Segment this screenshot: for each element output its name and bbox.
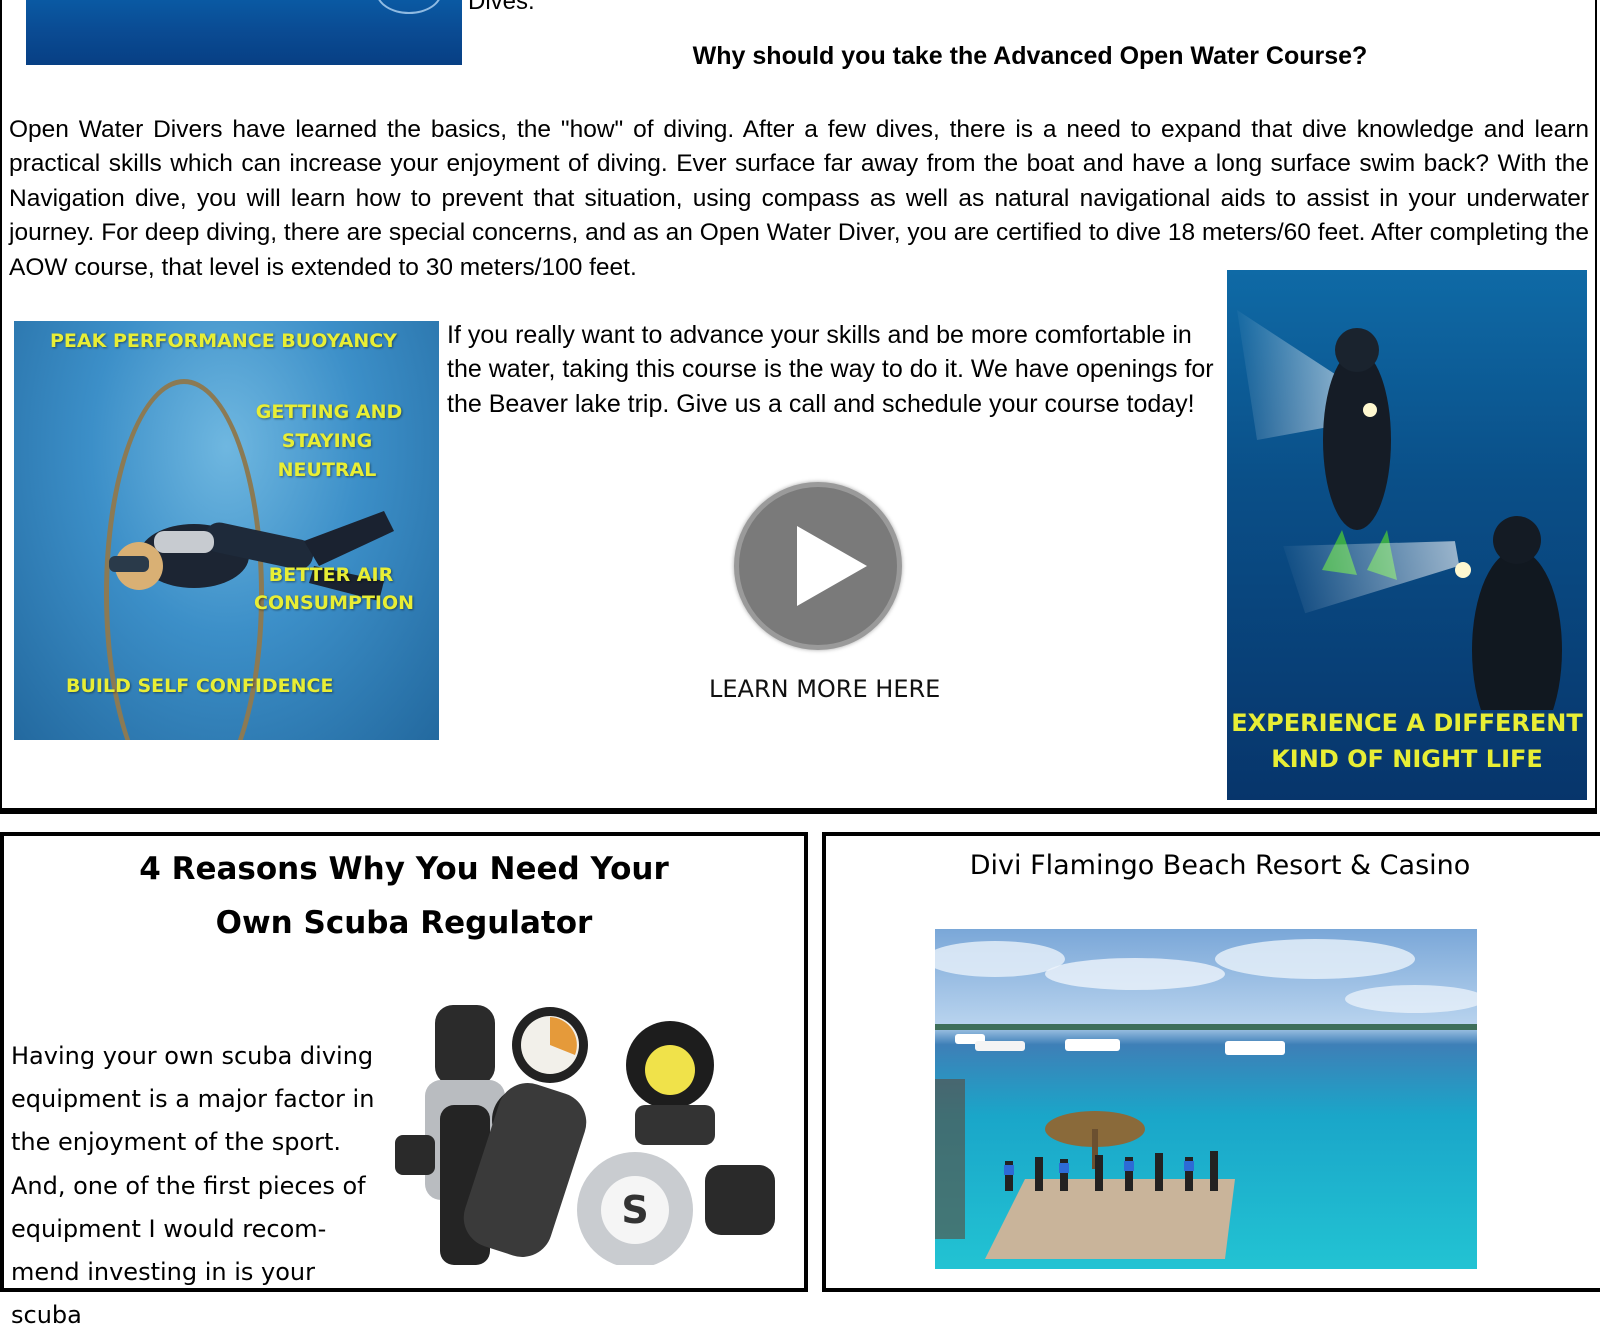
night-life-caption: EXPERIENCE A DIFFERENT KIND OF NIGHT LIF… [1227, 705, 1587, 777]
caption-neutral-line2: STAYING NEUTRAL [277, 430, 377, 481]
buoyancy-diver-image: PEAK PERFORMANCE BUOYANCY GETTING AND ST… [14, 321, 439, 740]
caption-air-line1: BETTER AIR [268, 564, 394, 586]
regulator-illustration: S [395, 1005, 775, 1265]
night-divers-illustration [1237, 310, 1562, 710]
regulator-heading-line2: Own Scuba Regulator [215, 905, 593, 941]
regulator-paragraph: Having your own scuba diving equipment i… [11, 1042, 375, 1330]
dives-text-fragment: Dives. [468, 0, 535, 15]
resort-scene-illustration [935, 939, 1477, 1259]
caption-neutral-line1: GETTING AND [255, 401, 403, 423]
scuba-regulator-image: S [395, 995, 790, 1265]
night-caption-line1: EXPERIENCE A DIFFERENT [1231, 709, 1583, 737]
resort-title: Divi Flamingo Beach Resort & Casino [969, 850, 1471, 881]
night-dive-image: EXPERIENCE A DIFFERENT KIND OF NIGHT LIF… [1227, 270, 1587, 800]
video-play-button[interactable] [734, 482, 902, 650]
learn-more-link[interactable]: LEARN MORE HERE [709, 675, 940, 703]
night-caption-line2: KIND OF NIGHT LIFE [1271, 745, 1543, 773]
svg-text:S: S [621, 1188, 648, 1232]
aow-paragraph: Open Water Divers have learned the basic… [9, 116, 1589, 281]
regulator-heading: 4 Reasons Why You Need Your Own Scuba Re… [120, 842, 688, 950]
caption-air-line2: CONSUMPTION [254, 592, 415, 614]
underwater-bubble-image [26, 0, 462, 65]
play-icon [797, 526, 867, 606]
course-invite-paragraph: If you really want to advance your skill… [447, 321, 1214, 418]
regulator-heading-line1: 4 Reasons Why You Need Your [139, 851, 669, 887]
aow-heading: Why should you take the Advanced Open Wa… [692, 42, 1368, 70]
caption-confidence: BUILD SELF CONFIDENCE [66, 675, 334, 697]
resort-beach-photo [935, 929, 1477, 1269]
bubble-graphic [376, 0, 442, 14]
caption-peak-buoyancy: PEAK PERFORMANCE BUOYANCY [50, 330, 397, 352]
